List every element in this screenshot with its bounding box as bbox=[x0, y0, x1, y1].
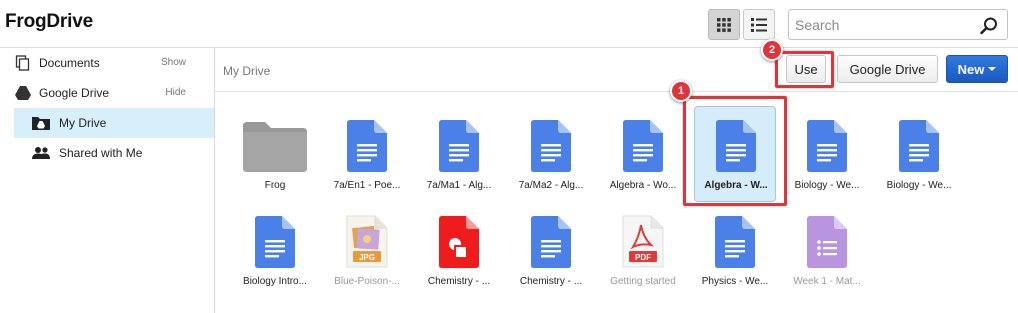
new-button[interactable]: New bbox=[946, 55, 1008, 83]
file-item-doc[interactable]: Biology - We... bbox=[781, 110, 873, 206]
file-item-doc[interactable]: 7a/Ma1 - Alg... bbox=[413, 110, 505, 206]
google-drive-button[interactable]: Google Drive bbox=[837, 55, 938, 83]
google-form-icon bbox=[781, 210, 873, 274]
file-item-doc[interactable]: Algebra - Wo... bbox=[597, 110, 689, 206]
highlight-box-use-button bbox=[775, 51, 834, 88]
google-drive-icon bbox=[13, 83, 33, 103]
sidebar-item-shared-with-me[interactable]: Shared with Me bbox=[0, 138, 214, 168]
file-name: Biology - We... bbox=[886, 180, 952, 191]
shared-people-icon bbox=[31, 143, 51, 163]
documents-icon bbox=[13, 53, 33, 73]
file-item-doc[interactable]: Biology - We... bbox=[873, 110, 965, 206]
file-name: 7a/En1 - Poe... bbox=[333, 180, 401, 191]
list-icon bbox=[751, 17, 767, 32]
file-name: Chemistry - ... bbox=[519, 276, 583, 287]
grid-icon bbox=[717, 17, 731, 32]
google-doc-icon bbox=[505, 210, 597, 274]
google-slides-icon bbox=[413, 210, 505, 274]
pdf-file-icon: PDF bbox=[597, 210, 689, 274]
file-item-doc[interactable]: Biology Intro... bbox=[229, 206, 321, 302]
sidebar: Documents Show Google Drive Hide My Driv… bbox=[0, 48, 215, 313]
sidebar-item-google-drive[interactable]: Google Drive Hide bbox=[0, 78, 214, 108]
file-name: Physics - We... bbox=[701, 276, 769, 287]
grid-view-button[interactable] bbox=[708, 9, 740, 40]
google-doc-icon bbox=[781, 114, 873, 178]
file-name: Algebra - Wo... bbox=[609, 180, 677, 191]
breadcrumb[interactable]: My Drive bbox=[223, 64, 270, 78]
file-name: Getting started bbox=[610, 276, 676, 287]
search-input[interactable] bbox=[795, 15, 975, 35]
jpg-badge: JPG bbox=[359, 253, 375, 262]
top-bar: FrogDrive bbox=[0, 0, 1018, 48]
sidebar-item-documents[interactable]: Documents Show bbox=[0, 48, 214, 78]
file-name: 7a/Ma1 - Alg... bbox=[426, 180, 492, 191]
file-item-slides[interactable]: Chemistry - ... bbox=[413, 206, 505, 302]
google-doc-icon bbox=[689, 210, 781, 274]
highlight-box-selected-file bbox=[683, 96, 787, 206]
google-doc-icon bbox=[413, 114, 505, 178]
file-item-folder[interactable]: Frog bbox=[229, 110, 321, 206]
file-name: Biology Intro... bbox=[243, 276, 307, 287]
file-item-form[interactable]: Week 1 - Mat... bbox=[781, 206, 873, 302]
sidebar-item-label: Documents bbox=[39, 56, 100, 70]
main-panel: My Drive Use Google Drive New Frog 7a/En… bbox=[215, 48, 1018, 313]
file-item-doc[interactable]: 7a/En1 - Poe... bbox=[321, 110, 413, 206]
file-item-doc[interactable]: 7a/Ma2 - Alg... bbox=[505, 110, 597, 206]
step-marker-1: 1 bbox=[670, 80, 692, 102]
file-item-image[interactable]: JPG Blue-Poison-... bbox=[321, 206, 413, 302]
google-doc-icon bbox=[597, 114, 689, 178]
pdf-badge: PDF bbox=[635, 253, 651, 262]
search-box bbox=[788, 9, 1008, 40]
show-toggle[interactable]: Show bbox=[161, 57, 186, 68]
sidebar-item-label: Google Drive bbox=[39, 86, 110, 100]
sidebar-item-label: My Drive bbox=[59, 116, 107, 130]
file-name: Chemistry - ... bbox=[427, 276, 491, 287]
file-name: Blue-Poison-... bbox=[334, 276, 400, 287]
sidebar-item-my-drive[interactable]: My Drive bbox=[14, 108, 214, 138]
folder-icon bbox=[229, 114, 321, 178]
hide-toggle[interactable]: Hide bbox=[165, 87, 186, 98]
file-name: Biology - We... bbox=[794, 180, 860, 191]
list-view-button[interactable] bbox=[743, 9, 775, 40]
file-name: Week 1 - Mat... bbox=[793, 276, 861, 287]
jpg-file-icon: JPG bbox=[321, 210, 413, 274]
step-marker-2: 2 bbox=[761, 39, 783, 61]
sidebar-item-label: Shared with Me bbox=[59, 146, 143, 160]
google-doc-icon bbox=[229, 210, 321, 274]
file-item-pdf[interactable]: PDF Getting started bbox=[597, 206, 689, 302]
file-name: 7a/Ma2 - Alg... bbox=[518, 180, 584, 191]
google-doc-icon bbox=[505, 114, 597, 178]
app-title: FrogDrive bbox=[5, 11, 93, 32]
new-button-label: New bbox=[957, 61, 985, 77]
file-item-doc[interactable]: Chemistry - ... bbox=[505, 206, 597, 302]
google-doc-icon bbox=[321, 114, 413, 178]
caret-down-icon bbox=[988, 67, 997, 71]
my-drive-icon bbox=[31, 113, 51, 133]
file-name: Frog bbox=[264, 180, 286, 191]
search-icon[interactable] bbox=[979, 16, 999, 36]
file-item-doc[interactable]: Physics - We... bbox=[689, 206, 781, 302]
google-doc-icon bbox=[873, 114, 965, 178]
main-toolbar: My Drive Use Google Drive New bbox=[215, 48, 1018, 92]
